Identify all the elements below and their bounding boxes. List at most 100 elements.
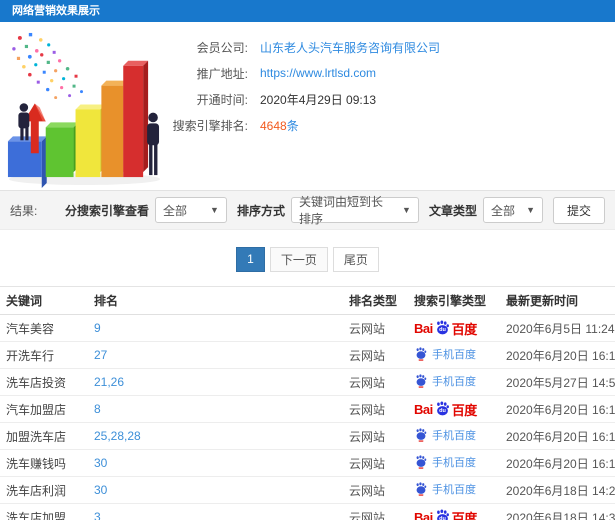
baidu-cn-text: 百度	[451, 321, 478, 337]
rank-cell[interactable]: 25,28,28	[88, 429, 343, 443]
updated-cell: 2020年6月20日 16:12	[506, 456, 615, 471]
promo-url-value[interactable]: https://www.lrtlsd.com	[260, 66, 376, 80]
next-page-button[interactable]: 下一页	[269, 246, 328, 272]
baidu-latin-text: Bai	[414, 320, 433, 336]
mobile-baidu-logo: 手机百度	[414, 427, 476, 443]
rank-cell[interactable]: 30	[88, 483, 343, 497]
results-table: 关键词 排名 排名类型 搜索引擎类型 最新更新时间 汽车美容 9 云网站 Bai du 百…	[0, 286, 615, 520]
ranking-count-suffix: 条	[286, 118, 299, 133]
table-row: 加盟洗车店 25,28,28 云网站 手机百度 2020年6月20日 16:11	[0, 423, 615, 450]
company-info-row: 会员公司: 山东老人头汽车服务咨询有限公司	[160, 34, 610, 60]
rank-type-cell: 云网站	[349, 429, 386, 444]
col-header-updated: 最新更新时间	[506, 294, 579, 308]
rank-type-cell: 云网站	[349, 321, 386, 336]
article-type-label: 文章类型	[428, 203, 477, 218]
keyword-cell: 洗车店利润	[6, 483, 67, 498]
rank-type-cell: 云网站	[349, 375, 386, 390]
rank-type-cell: 云网站	[349, 402, 386, 417]
promo-url-label: 推广地址:	[196, 66, 248, 81]
filter-bar: 结果: 分搜索引擎查看 全部 ▼ 排序方式 关键词由短到长排序 ▼ 文章类型 全…	[0, 190, 615, 230]
updated-cell: 2020年6月20日 16:11	[506, 429, 615, 444]
keyword-cell: 开洗车行	[6, 348, 55, 363]
page-button-current[interactable]: 1	[236, 246, 265, 272]
member-company-label: 会员公司:	[196, 40, 248, 55]
baidu-paw-icon: du	[436, 508, 449, 520]
rank-type-cell: 云网站	[349, 456, 386, 471]
mobile-baidu-text: 手机百度	[432, 430, 476, 442]
svg-text:du: du	[439, 327, 446, 333]
businessman-right	[147, 112, 160, 176]
rank-cell[interactable]: 3	[88, 510, 343, 520]
baidu-cn-text: 百度	[451, 510, 478, 520]
baidu-logo: Bai du 百度	[414, 319, 477, 338]
pagination: 1 下一页 尾页	[0, 246, 615, 272]
col-header-keyword: 关键词	[6, 294, 43, 308]
col-header-rank: 排名	[94, 294, 119, 308]
baidu-latin-text: Bai	[414, 509, 433, 520]
mobile-baidu-text: 手机百度	[432, 376, 476, 388]
page-title: 网络营销效果展示	[0, 0, 615, 22]
mobile-baidu-logo: 手机百度	[414, 346, 476, 362]
table-row: 开洗车行 27 云网站 手机百度 2020年6月20日 16:16	[0, 342, 615, 369]
engine-filter-value: 全部	[162, 203, 187, 218]
mobile-baidu-logo: 手机百度	[414, 481, 476, 497]
table-row: 汽车美容 9 云网站 Bai du 百度 2020年6月5日 11:24	[0, 315, 615, 342]
company-info-list: 会员公司: 山东老人头汽车服务咨询有限公司 推广地址: https://www.lrt…	[160, 34, 610, 138]
baidu-logo: Bai du 百度	[414, 508, 477, 520]
confetti-dots	[12, 32, 83, 100]
engine-ranking-label: 搜索引擎排名:	[172, 118, 248, 133]
rank-type-cell: 云网站	[349, 348, 386, 363]
table-header-row: 关键词 排名 排名类型 搜索引擎类型 最新更新时间	[0, 286, 615, 315]
mobile-baidu-text: 手机百度	[432, 484, 476, 496]
sort-select[interactable]: 关键词由短到长排序 ▼	[290, 195, 419, 226]
engine-cell: 手机百度	[408, 454, 500, 472]
rank-cell[interactable]: 30	[88, 456, 343, 470]
article-type-select[interactable]: 全部 ▼	[482, 197, 543, 223]
rank-cell[interactable]: 8	[88, 402, 343, 416]
open-time-value: 2020年4月29日 09:13	[260, 92, 377, 107]
keyword-cell: 洗车店加盟	[6, 510, 67, 520]
baidu-cn-text: 百度	[451, 402, 478, 418]
updated-cell: 2020年6月20日 16:12	[506, 402, 615, 417]
rank-cell[interactable]: 9	[88, 321, 343, 335]
baidu-paw-icon	[416, 482, 427, 496]
baidu-paw-icon	[416, 374, 427, 388]
rank-cell[interactable]: 27	[88, 348, 343, 362]
table-row: 洗车店利润 30 云网站 手机百度 2020年6月18日 14:27	[0, 477, 615, 504]
updated-cell: 2020年6月18日 14:27	[506, 483, 615, 498]
businessman-left	[18, 103, 30, 141]
keyword-cell: 洗车赚钱吗	[6, 456, 67, 471]
keyword-cell: 汽车加盟店	[6, 402, 67, 417]
engine-filter-select[interactable]: 全部 ▼	[154, 197, 227, 223]
result-label: 结果:	[10, 203, 38, 218]
company-info-section: 会员公司: 山东老人头汽车服务咨询有限公司 推广地址: https://www.lrt…	[0, 22, 615, 190]
engine-ranking-value: 4648条	[260, 117, 299, 134]
keyword-cell: 洗车店投资	[6, 375, 67, 390]
ranking-count: 4648	[260, 118, 287, 133]
submit-button[interactable]: 提交	[552, 196, 605, 224]
keyword-cell: 加盟洗车店	[6, 429, 67, 444]
keyword-cell: 汽车美容	[6, 321, 55, 336]
col-header-engine-type: 搜索引擎类型	[414, 294, 487, 308]
engine-cell: Bai du 百度	[408, 508, 500, 520]
svg-text:du: du	[439, 408, 446, 414]
engine-cell: 手机百度	[408, 373, 500, 391]
baidu-latin-text: Bai	[414, 401, 433, 417]
rank-cell[interactable]: 21,26	[88, 375, 343, 389]
chevron-down-icon: ▼	[402, 205, 411, 215]
sort-value: 关键词由短到长排序	[298, 195, 383, 226]
open-time-label: 开通时间:	[196, 92, 248, 107]
company-info-row: 推广地址: https://www.lrtlsd.com	[160, 60, 610, 86]
sort-label: 排序方式	[236, 203, 285, 218]
svg-text:du: du	[439, 516, 446, 520]
last-page-button[interactable]: 尾页	[332, 246, 379, 272]
member-company-value[interactable]: 山东老人头汽车服务咨询有限公司	[260, 39, 440, 56]
bar-chart-illustration	[7, 32, 161, 189]
rank-type-cell: 云网站	[349, 483, 386, 498]
mobile-baidu-logo: 手机百度	[414, 373, 476, 389]
table-row: 洗车店投资 21,26 云网站 手机百度 2020年5月27日 14:58	[0, 369, 615, 396]
table-row: 洗车赚钱吗 30 云网站 手机百度 2020年6月20日 16:12	[0, 450, 615, 477]
mobile-baidu-logo: 手机百度	[414, 454, 476, 470]
table-row: 洗车店加盟 3 云网站 Bai du 百度 2020年6月18日 14:30	[0, 504, 615, 520]
engine-cell: Bai du 百度	[408, 400, 500, 419]
